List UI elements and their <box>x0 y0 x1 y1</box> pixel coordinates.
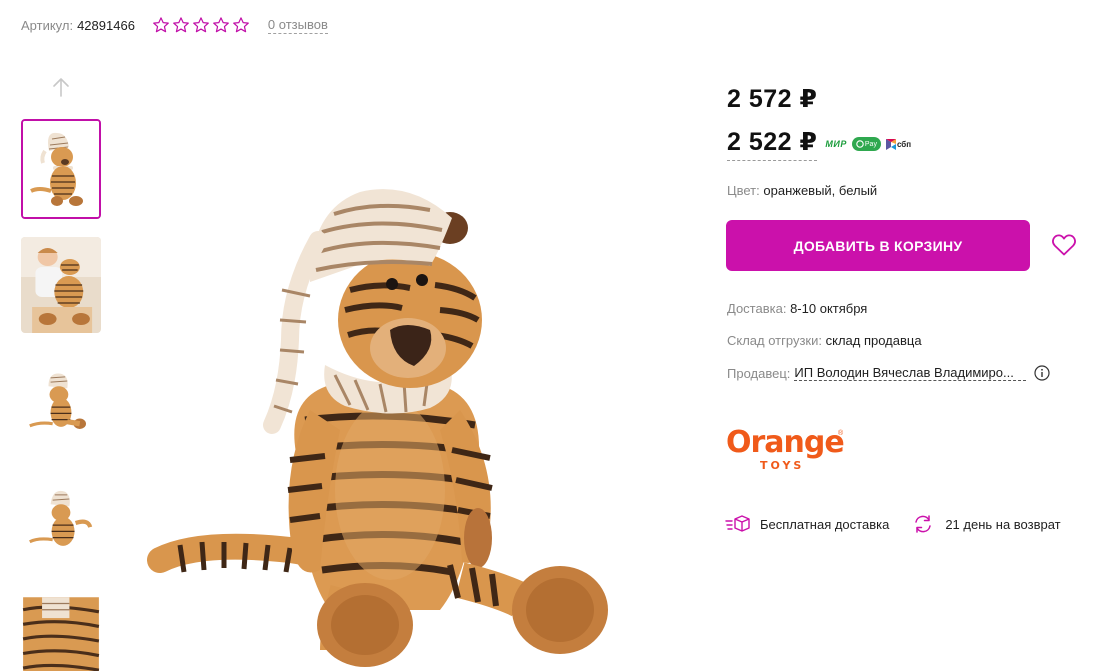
tiger-plush-picture <box>140 170 630 671</box>
brand-subtitle: TOYS <box>760 459 805 472</box>
sku-value: 42891466 <box>77 17 135 33</box>
stock-value: склад продавца <box>825 333 922 348</box>
color-row: Цвет: оранжевый, белый <box>727 183 877 198</box>
payment-badges: МИР Pay сбп <box>825 137 911 151</box>
rating-stars[interactable] <box>152 16 250 34</box>
thumbnail-image[interactable] <box>21 591 101 671</box>
feature-free-delivery: Бесплатная доставка <box>725 514 889 534</box>
add-to-cart-button[interactable]: ДОБАВИТЬ В КОРЗИНУ <box>726 220 1030 271</box>
tiger-closeup-thumbnail-picture <box>21 591 101 671</box>
g-logo-icon <box>856 140 864 148</box>
delivery-date: 8-10 октября <box>790 301 868 316</box>
tiger-back-thumbnail-picture <box>21 473 101 573</box>
brand-registered-mark: ® <box>838 430 844 437</box>
tiger-thumbnail-picture <box>23 121 99 217</box>
star-icon <box>233 17 249 33</box>
reviews-link[interactable]: 0 отзывов <box>267 17 328 34</box>
delivery-box-icon <box>725 515 750 532</box>
seller-label: Продавец: <box>727 365 791 381</box>
tiger-side-thumbnail-picture <box>21 355 101 455</box>
return-arrows-icon <box>915 515 932 533</box>
sbp-label: сбп <box>896 139 912 149</box>
seller-row: Продавец: ИП Володин Вячеслав Владимиро.… <box>727 365 1050 381</box>
price-row: 2 522 ₽ МИР Pay сбп <box>727 127 911 161</box>
thumbnail-image[interactable] <box>21 473 101 573</box>
price-with-discount[interactable]: 2 522 ₽ <box>727 127 818 161</box>
heart-icon[interactable] <box>1051 233 1077 257</box>
stock-row: Склад отгрузки: склад продавца <box>727 333 922 348</box>
seller-link[interactable]: ИП Володин Вячеслав Владимиро... <box>794 365 1027 381</box>
product-meta-row: Артикул: 42891466 0 отзывов <box>21 14 328 36</box>
brand-logo[interactable]: Orange ® TOYS <box>726 428 856 476</box>
star-icon <box>213 17 229 33</box>
delivery-label: Доставка: <box>727 301 787 316</box>
boy-with-tiger-thumbnail-picture <box>21 237 101 333</box>
color-value: оранжевый, белый <box>763 183 878 198</box>
sbp-payment-badge: сбп <box>885 138 912 150</box>
color-label: Цвет: <box>727 183 760 198</box>
feature-return: 21 день на возврат <box>910 514 1061 534</box>
price-old: 2 572 ₽ <box>727 85 818 113</box>
stock-label: Склад отгрузки: <box>727 333 822 348</box>
sku-label: Артикул: <box>21 17 74 33</box>
mir-payment-badge: МИР <box>825 139 847 149</box>
star-icon <box>173 17 189 33</box>
thumbnail-image[interactable] <box>21 119 101 219</box>
thumbnail-image[interactable] <box>21 355 101 455</box>
arrow-up-icon[interactable] <box>51 76 71 98</box>
thumbnail-image[interactable] <box>21 237 101 333</box>
feature-free-delivery-label: Бесплатная доставка <box>760 516 890 532</box>
gpay-label: Pay <box>864 140 877 148</box>
delivery-row: Доставка: 8-10 октября <box>727 301 867 316</box>
brand-name: Orange <box>726 425 845 460</box>
main-product-image[interactable] <box>140 170 630 671</box>
feature-return-label: 21 день на возврат <box>945 516 1061 532</box>
star-icon <box>193 17 209 33</box>
features-row: Бесплатная доставка 21 день на возврат <box>725 514 1061 534</box>
sbp-logo-icon <box>885 138 896 150</box>
google-pay-badge: Pay <box>851 137 881 151</box>
info-icon[interactable] <box>1034 365 1050 381</box>
star-icon <box>153 17 169 33</box>
